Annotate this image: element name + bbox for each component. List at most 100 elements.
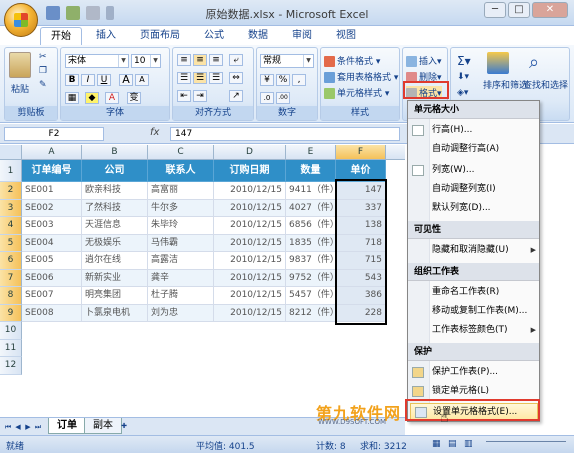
paste-button[interactable]: 粘贴	[11, 82, 29, 95]
page-break-view-icon[interactable]: ▥	[464, 439, 473, 449]
tab-page-layout[interactable]: 页面布局	[130, 27, 190, 45]
table-cell[interactable]: SE004	[22, 234, 82, 252]
autosum-icon[interactable]: Σ▾	[457, 54, 471, 68]
table-cell[interactable]: 天涯信息	[82, 217, 148, 235]
row-header[interactable]: 8	[0, 287, 22, 305]
table-cell[interactable]: 543	[336, 269, 386, 287]
table-cell[interactable]: 718	[336, 234, 386, 252]
row-header[interactable]: 5	[0, 234, 22, 252]
currency-icon[interactable]: ¥	[260, 74, 274, 86]
table-cell[interactable]: 9752（件）	[286, 269, 336, 287]
table-cell[interactable]: 刘为忠	[148, 304, 214, 322]
table-cell[interactable]: 了然科技	[82, 199, 148, 217]
table-cell[interactable]: 228	[336, 304, 386, 322]
maximize-button[interactable]: □	[508, 2, 530, 18]
column-header[interactable]: D	[214, 145, 286, 160]
fill-icon[interactable]: ⬇▾	[457, 72, 469, 82]
prev-sheet-icon[interactable]: ◀	[14, 422, 22, 432]
menu-item-hide-unhide[interactable]: 隐藏和取消隐藏(U) ▶	[432, 242, 538, 259]
conditional-format-button[interactable]: 条件格式 ▾	[324, 54, 380, 67]
menu-item-rename[interactable]: 重命名工作表(R)	[432, 284, 538, 301]
row-header[interactable]: 12	[0, 357, 22, 375]
column-header[interactable]: B	[82, 145, 148, 160]
borders-icon[interactable]: ▦	[65, 92, 79, 104]
menu-item-move-copy[interactable]: 移动或复制工作表(M)...	[432, 303, 538, 320]
office-button[interactable]	[4, 3, 38, 37]
menu-item-autofit-col[interactable]: 自动调整列宽(I)	[432, 181, 538, 198]
align-left-icon[interactable]: ☰	[177, 72, 191, 84]
tab-view[interactable]: 视图	[326, 27, 366, 45]
table-cell[interactable]: 2010/12/15	[214, 234, 286, 252]
table-cell[interactable]: 337	[336, 199, 386, 217]
table-header-cell[interactable]: 订单编号	[22, 160, 82, 182]
tab-home[interactable]: 开始	[40, 27, 82, 45]
table-cell[interactable]: 4027（件）	[286, 199, 336, 217]
table-cell[interactable]: SE001	[22, 182, 82, 200]
table-cell[interactable]: 138	[336, 217, 386, 235]
last-sheet-icon[interactable]: ⏭	[34, 422, 42, 432]
cut-icon[interactable]: ✂	[39, 52, 47, 62]
tab-formulas[interactable]: 公式	[194, 27, 234, 45]
orientation-icon[interactable]: ↗	[229, 90, 243, 102]
row-header[interactable]: 4	[0, 217, 22, 235]
menu-item-default-width[interactable]: 默认列宽(D)...	[432, 200, 538, 217]
sheet-tab-copy[interactable]: 副本	[84, 418, 122, 434]
page-layout-view-icon[interactable]: ▤	[448, 439, 457, 449]
table-cell[interactable]: 高富丽	[148, 182, 214, 200]
merge-center-icon[interactable]: ⇔	[229, 72, 243, 84]
menu-item-autofit-row[interactable]: 自动调整行高(A)	[432, 141, 538, 158]
font-color-button[interactable]: A	[105, 92, 119, 104]
normal-view-icon[interactable]: ▦	[432, 439, 441, 449]
worksheet-grid[interactable]: ABCDEF 1 2 3 4 5 6 7 8 9 10 11 12 订单编号 公司 联系人 订购日期 数量 单价…	[0, 145, 405, 417]
row-header[interactable]: 1	[0, 160, 22, 182]
next-sheet-icon[interactable]: ▶	[24, 422, 32, 432]
table-cell[interactable]: SE008	[22, 304, 82, 322]
table-header-cell[interactable]: 数量	[286, 160, 336, 182]
row-header[interactable]: 2	[0, 182, 22, 200]
menu-item-tab-color[interactable]: 工作表标签颜色(T) ▶	[432, 322, 538, 339]
table-cell[interactable]: 朱毕玲	[148, 217, 214, 235]
tab-insert[interactable]: 插入	[86, 27, 126, 45]
tab-review[interactable]: 审阅	[282, 27, 322, 45]
menu-item-protect-sheet[interactable]: 保护工作表(P)...	[412, 364, 538, 381]
align-top-icon[interactable]: ≡	[177, 54, 191, 66]
table-cell[interactable]: 2010/12/15	[214, 252, 286, 270]
table-cell[interactable]: 2010/12/15	[214, 217, 286, 235]
decrease-indent-icon[interactable]: ⇤	[177, 90, 191, 102]
table-cell[interactable]: SE006	[22, 269, 82, 287]
underline-button[interactable]: U	[97, 74, 111, 86]
table-header-cell[interactable]: 公司	[82, 160, 148, 182]
menu-item-format-cells[interactable]: 设置单元格格式(E)...	[410, 403, 538, 420]
formula-input[interactable]: 147	[170, 127, 400, 141]
delete-cells-button[interactable]: 删除▾	[406, 70, 442, 83]
bold-button[interactable]: B	[65, 74, 79, 86]
table-cell[interactable]: 明亮集团	[82, 287, 148, 305]
sheet-tab-orders[interactable]: 订单	[48, 418, 86, 434]
number-format-select[interactable]: 常规 ▼	[260, 54, 314, 68]
name-box[interactable]: F2	[4, 127, 104, 141]
table-cell[interactable]: 2010/12/15	[214, 182, 286, 200]
table-cell[interactable]: 147	[336, 182, 386, 200]
table-cell[interactable]: 牛尔多	[148, 199, 214, 217]
table-cell[interactable]: SE005	[22, 252, 82, 270]
table-cell[interactable]: 龚辛	[148, 269, 214, 287]
italic-button[interactable]: I	[81, 74, 95, 86]
menu-item-lock-cell[interactable]: 锁定单元格(L)	[412, 383, 538, 400]
sort-filter-button[interactable]: 排序和筛选	[483, 78, 528, 91]
column-header[interactable]: E	[286, 145, 336, 160]
close-button[interactable]: ✕	[532, 2, 568, 18]
column-header-extra[interactable]	[386, 145, 405, 160]
table-cell[interactable]: 高露洁	[148, 252, 214, 270]
table-cell[interactable]: SE003	[22, 217, 82, 235]
row-header[interactable]: 9	[0, 304, 22, 322]
comma-button[interactable]: ,	[292, 74, 306, 86]
table-cell[interactable]: 9837（件）	[286, 252, 336, 270]
table-cell[interactable]: SE007	[22, 287, 82, 305]
format-as-table-button[interactable]: 套用表格格式 ▾	[324, 70, 398, 83]
font-size-select[interactable]: 10 ▼	[131, 54, 161, 68]
cell-styles-button[interactable]: 单元格样式 ▾	[324, 86, 389, 99]
phonetic-button[interactable]: 变	[127, 92, 141, 104]
zoom-slider[interactable]	[486, 441, 566, 449]
column-header[interactable]: C	[148, 145, 214, 160]
table-cell[interactable]: 卜氯泉电机	[82, 304, 148, 322]
